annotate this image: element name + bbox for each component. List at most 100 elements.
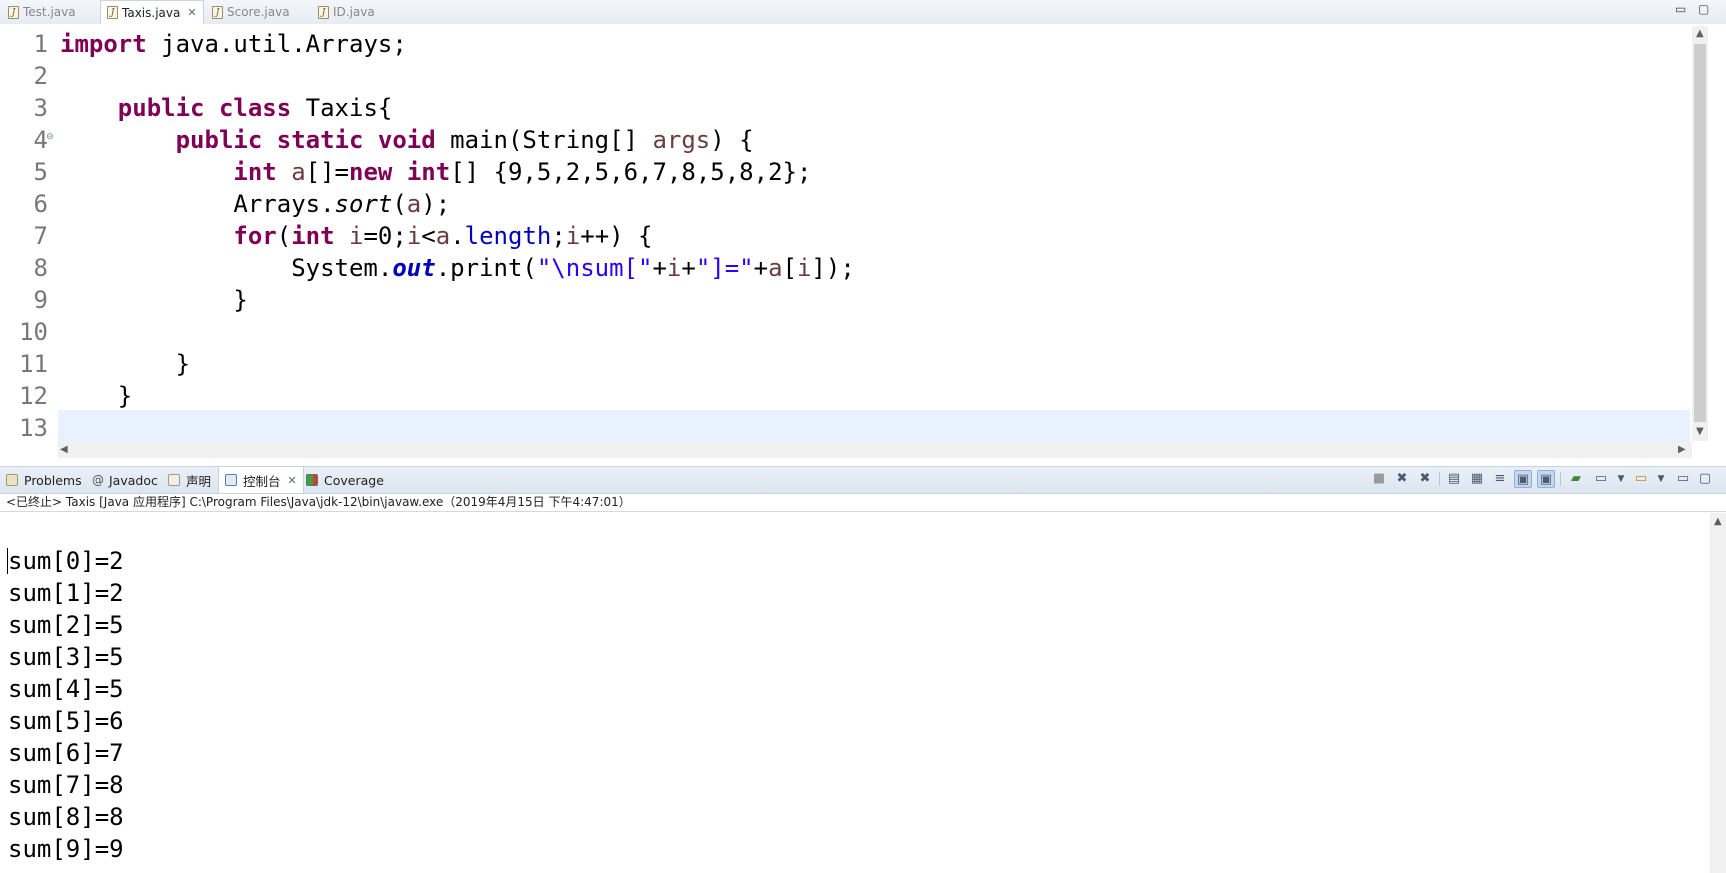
remove-launch-icon[interactable]: ✖ xyxy=(1393,470,1411,488)
local-variable: a xyxy=(406,190,422,218)
show-on-stdout-icon[interactable]: ▣ xyxy=(1514,470,1532,488)
code-line-6[interactable]: Arrays.sort(a); xyxy=(60,188,450,220)
local-variable: i xyxy=(334,222,364,250)
scroll-up-icon[interactable]: ▲ xyxy=(1714,516,1722,527)
console-output-area[interactable] xyxy=(0,513,1708,873)
keyword: for xyxy=(233,222,277,250)
editor-horizontal-scrollbar[interactable] xyxy=(58,442,1692,458)
local-variable: a xyxy=(435,222,451,250)
code-line-5[interactable]: int a[]=new int[] {9,5,2,5,6,7,8,5,8,2}; xyxy=(60,156,811,188)
scroll-right-icon[interactable]: ▶ xyxy=(1678,444,1686,455)
code-text: [] {9,5,2,5,6,7,8,5,8,2}; xyxy=(450,158,812,186)
line-number: 3 xyxy=(33,94,48,122)
editor-scroll-thumb[interactable] xyxy=(1694,44,1706,422)
tab-id-java[interactable]: J ID.java xyxy=(318,0,375,24)
keyword: static xyxy=(276,126,364,154)
close-tab-icon[interactable]: ✕ xyxy=(288,474,297,487)
close-tab-icon[interactable]: ✕ xyxy=(187,6,196,19)
local-variable: i xyxy=(666,254,682,282)
tab-label: Test.java xyxy=(23,5,76,19)
terminate-icon[interactable]: ■ xyxy=(1370,470,1388,488)
code-text: [ xyxy=(782,254,797,282)
keyword: new xyxy=(349,158,393,186)
declaration-icon xyxy=(168,474,180,486)
current-line-highlight xyxy=(58,410,1690,442)
tab-test-java[interactable]: J Test.java xyxy=(8,0,76,24)
tab-label: Taxis.java xyxy=(122,5,181,20)
keyword: int xyxy=(233,158,277,186)
local-variable: a xyxy=(291,158,306,186)
chevron-down-icon[interactable]: ▼ xyxy=(1652,470,1670,488)
keyword: import xyxy=(60,30,147,58)
java-file-icon: J xyxy=(8,5,19,19)
line-number: 9 xyxy=(33,286,48,314)
code-text: + xyxy=(753,254,769,282)
keyword: public xyxy=(175,126,263,154)
javadoc-icon: @ xyxy=(92,473,104,487)
field: length xyxy=(464,222,552,250)
line-number: 5 xyxy=(33,158,48,186)
code-text: java.util.Arrays; xyxy=(146,30,407,58)
console-output-line: sum[1]=2 xyxy=(8,579,124,607)
code-text: ); xyxy=(421,190,451,218)
tab-score-java[interactable]: J Score.java xyxy=(212,0,290,24)
code-line-4[interactable]: public static void main(String[] args) { xyxy=(60,124,754,156)
editor-tab-bar: J Test.java J Taxis.java ✕ J Score.java … xyxy=(0,0,1726,25)
chevron-down-icon[interactable]: ▼ xyxy=(1612,470,1630,488)
console-output-line: sum[9]=9 xyxy=(8,835,124,863)
local-variable: a xyxy=(768,254,783,282)
code-text: < xyxy=(421,222,436,250)
code-text: ]); xyxy=(811,254,855,282)
code-text: System. xyxy=(291,254,393,282)
tab-declaration[interactable]: 声明 xyxy=(168,467,211,493)
tab-console[interactable]: 控制台 ✕ xyxy=(218,467,304,493)
toolbar-separator xyxy=(1439,472,1440,486)
line-number: 1 xyxy=(33,30,48,58)
show-on-stderr-icon[interactable]: ▣ xyxy=(1537,470,1555,488)
scroll-lock-icon[interactable]: ▦ xyxy=(1468,470,1486,488)
minimize-icon[interactable]: ▭ xyxy=(1674,470,1692,488)
code-line-1[interactable]: import java.util.Arrays; xyxy=(60,28,407,60)
clear-console-icon[interactable]: ▤ xyxy=(1445,470,1463,488)
code-text: + xyxy=(652,254,667,282)
pin-console-icon[interactable]: ▰ xyxy=(1567,470,1585,488)
java-file-icon: J xyxy=(212,5,223,19)
maximize-icon[interactable]: ▢ xyxy=(1698,2,1709,16)
code-line-12[interactable]: } xyxy=(60,380,132,412)
open-console-icon[interactable]: ▭ xyxy=(1632,470,1650,488)
scroll-left-icon[interactable]: ◀ xyxy=(60,444,68,455)
minimize-icon[interactable]: ▭ xyxy=(1675,2,1686,16)
line-number: 6 xyxy=(33,190,48,218)
code-line-8[interactable]: System.out.print("\nsum["+i+"]="+a[i]); xyxy=(60,252,855,284)
code-text: + xyxy=(681,254,696,282)
scroll-up-icon[interactable]: ▲ xyxy=(1696,28,1704,39)
scroll-down-icon[interactable]: ▼ xyxy=(1696,426,1704,437)
coverage-icon xyxy=(306,474,318,486)
code-text: []= xyxy=(305,158,350,186)
tab-label: Problems xyxy=(24,472,82,488)
code-line-3[interactable]: public class Taxis{ xyxy=(60,92,393,124)
code-line-7[interactable]: for(int i=0;i<a.length;i++) { xyxy=(60,220,652,252)
tab-label: ID.java xyxy=(333,5,375,19)
code-text: ) { xyxy=(710,126,754,154)
console-output-line: sum[8]=8 xyxy=(8,803,124,831)
tab-coverage[interactable]: Coverage xyxy=(306,467,384,493)
keyword: class xyxy=(218,94,292,122)
fold-collapse-icon[interactable]: ⊖ xyxy=(46,132,54,142)
code-line-9[interactable]: } xyxy=(60,284,247,316)
keyword: void xyxy=(377,126,436,154)
tab-javadoc[interactable]: @ Javadoc xyxy=(92,467,158,493)
code-line-11[interactable]: } xyxy=(60,348,190,380)
tab-taxis-java[interactable]: J Taxis.java ✕ xyxy=(100,0,204,24)
remove-all-terminated-icon[interactable]: ✖ xyxy=(1416,470,1434,488)
console-output-line: sum[0]=2 xyxy=(8,547,124,575)
word-wrap-icon[interactable]: ≡ xyxy=(1491,470,1509,488)
tab-problems[interactable]: Problems xyxy=(6,467,82,493)
maximize-icon[interactable]: ▢ xyxy=(1696,470,1714,488)
problems-icon xyxy=(6,474,18,486)
code-text: ; xyxy=(551,222,566,250)
display-console-icon[interactable]: ▭ xyxy=(1592,470,1610,488)
console-icon xyxy=(225,474,237,486)
console-vertical-scrollbar[interactable] xyxy=(1710,513,1726,873)
